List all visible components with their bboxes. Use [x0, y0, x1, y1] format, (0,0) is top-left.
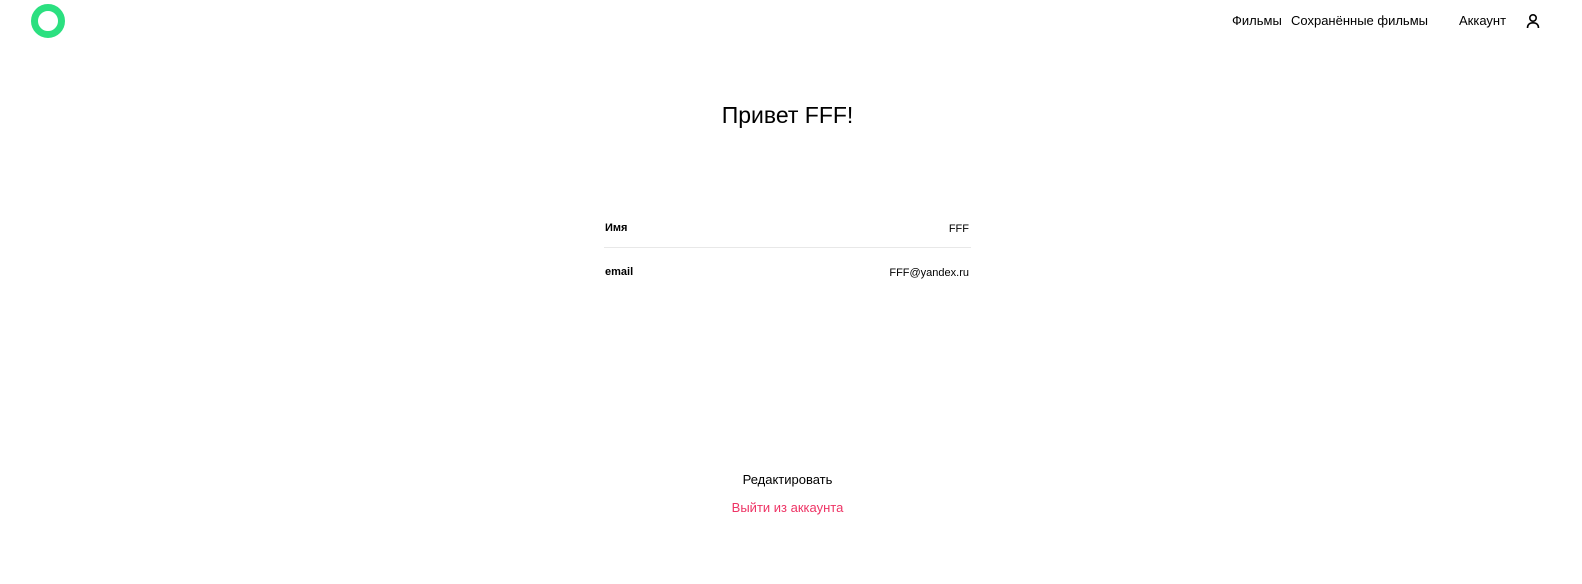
page-title: Привет FFF! [721, 102, 854, 128]
name-value: FFF [948, 223, 969, 235]
nav-link-films[interactable]: Фильмы [1232, 13, 1282, 29]
logout-button[interactable]: Выйти из аккаунта [0, 500, 1575, 516]
ring-logo-icon[interactable] [31, 4, 65, 38]
email-label: email [605, 266, 634, 278]
profile-row-email: email FFF@yandex.ru [604, 256, 971, 291]
profile-info: Имя FFF email FFF@yandex.ru [604, 212, 971, 291]
user-icon[interactable] [1526, 13, 1540, 29]
nav-link-saved-films[interactable]: Сохранённые фильмы [1291, 13, 1428, 29]
site-header: Фильмы Сохранённые фильмы Аккаунт [0, 0, 1582, 44]
nav-link-account[interactable]: Аккаунт [1459, 13, 1506, 29]
name-label: Имя [605, 222, 628, 234]
edit-profile-button[interactable]: Редактировать [0, 472, 1575, 488]
email-value: FFF@yandex.ru [889, 267, 969, 279]
profile-row-name: Имя FFF [604, 212, 971, 248]
